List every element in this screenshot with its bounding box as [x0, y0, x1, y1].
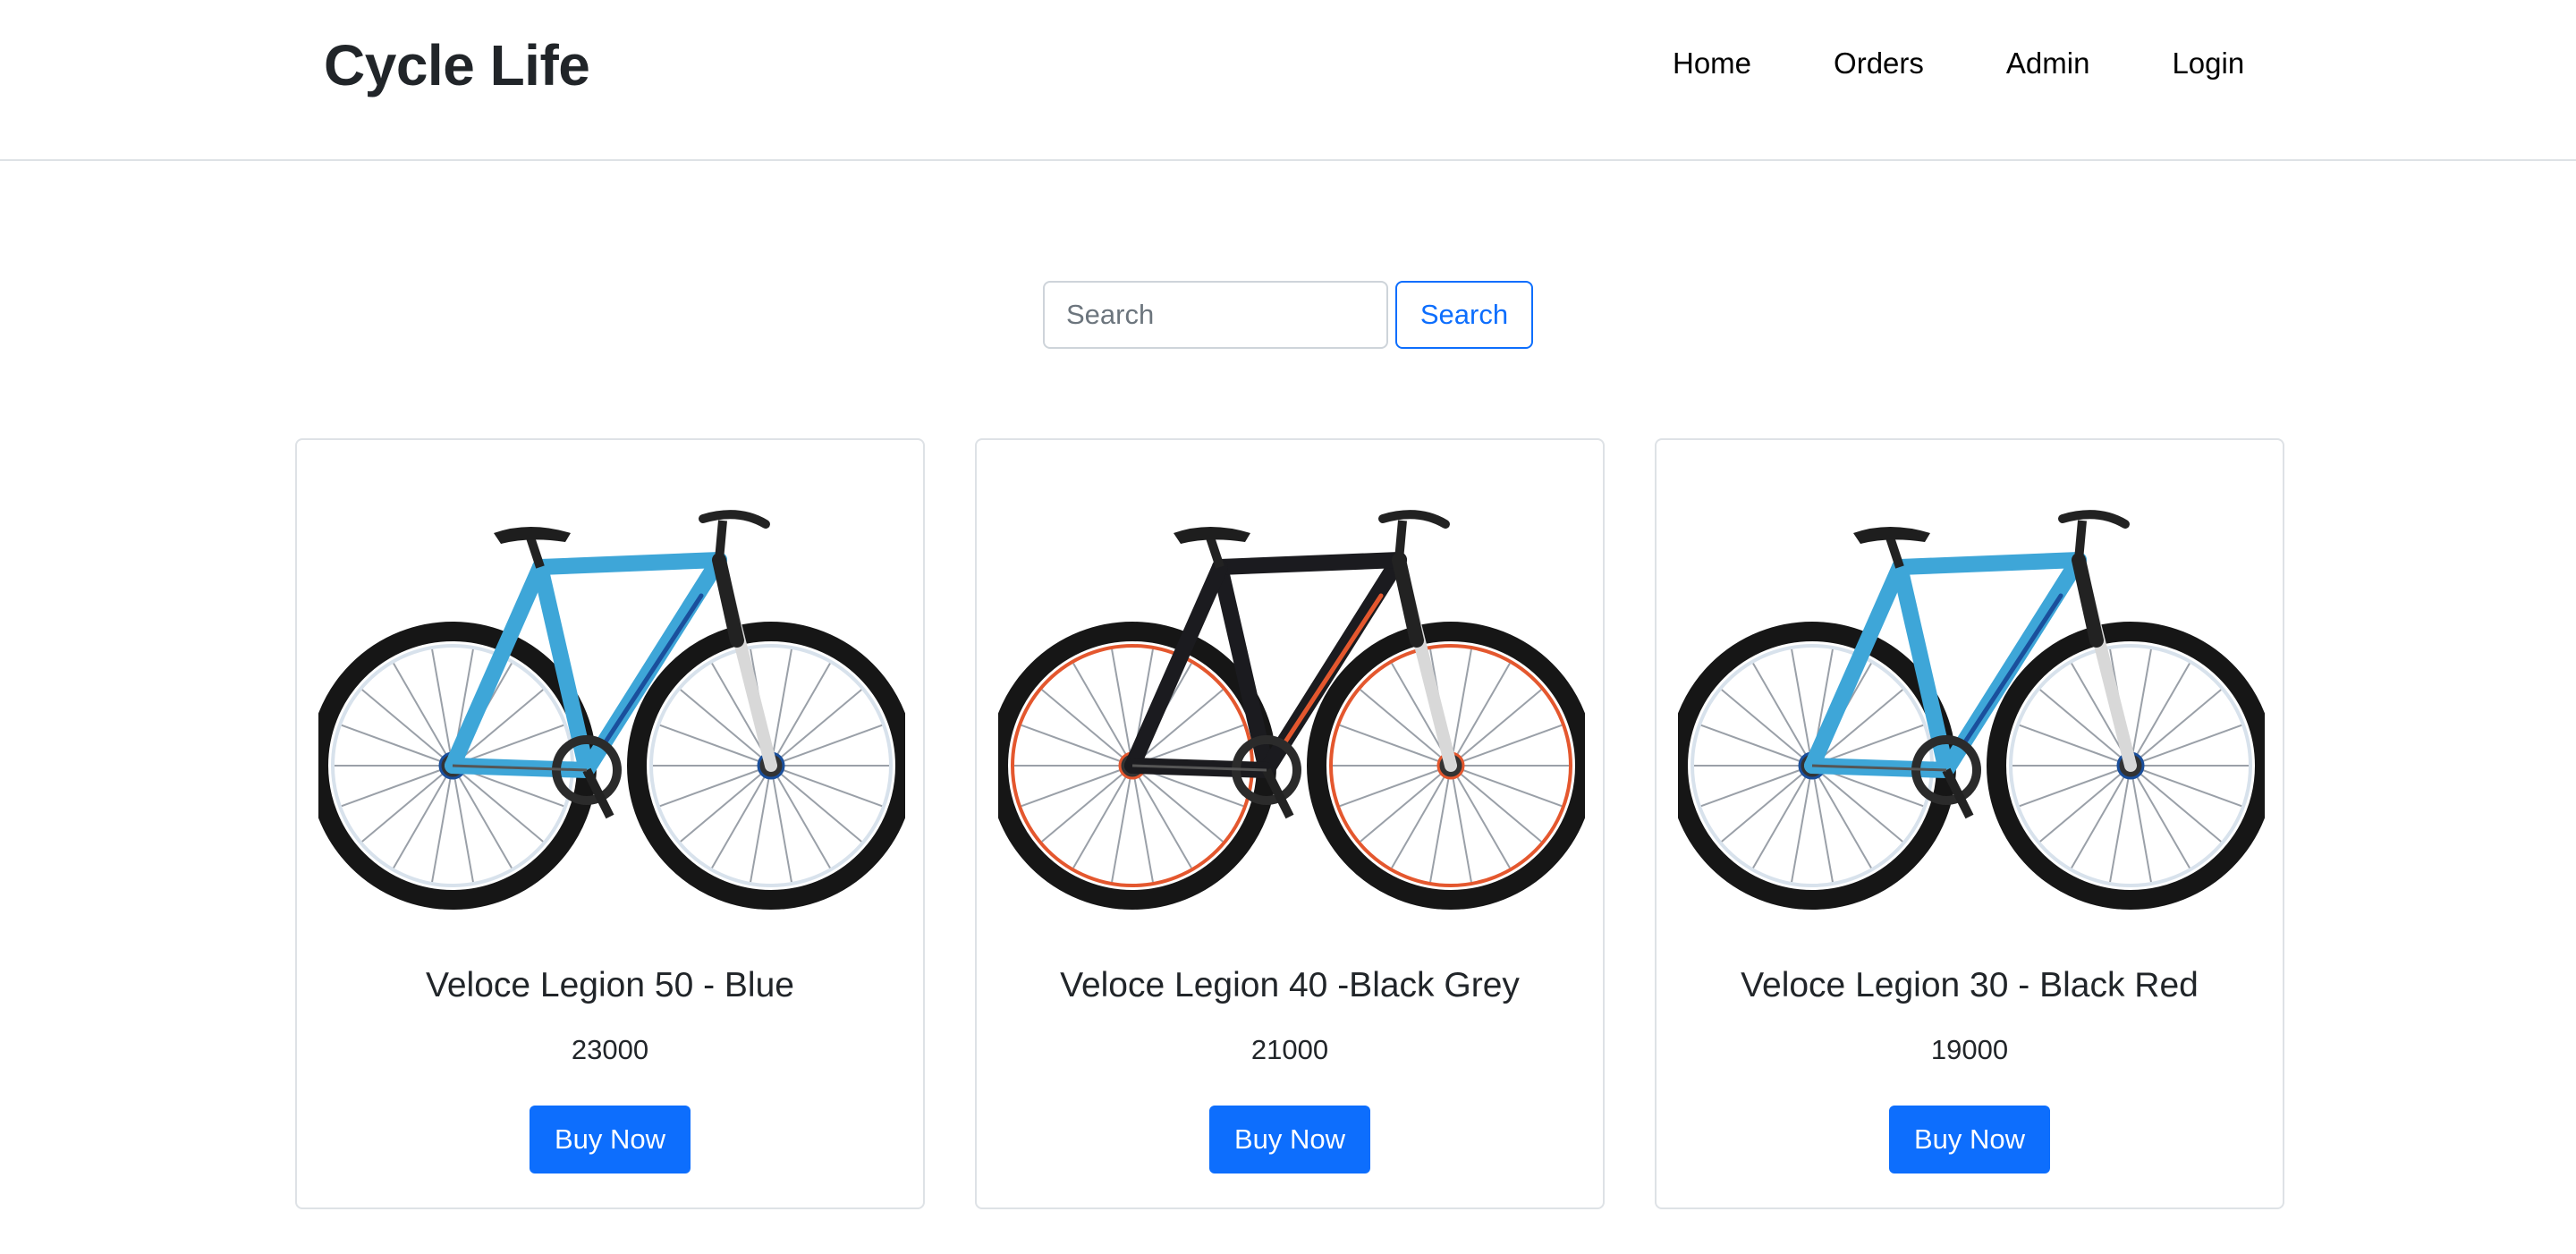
- navbar: Cycle Life Home Orders Admin Login: [0, 0, 2576, 161]
- product-price: 19000: [1930, 1034, 2009, 1065]
- product-price: 23000: [571, 1034, 649, 1065]
- nav-links: Home Orders Admin Login: [1637, 47, 2285, 80]
- brand-logo[interactable]: Cycle Life: [324, 32, 590, 98]
- product-card: Veloce Legion 40 -Black Grey 21000 Buy N…: [975, 438, 1605, 1209]
- search-button[interactable]: Search: [1395, 281, 1533, 349]
- bicycle-illustration: [318, 510, 905, 910]
- product-name: Veloce Legion 30 - Black Red: [1741, 966, 2199, 1004]
- product-name: Veloce Legion 40 -Black Grey: [1060, 966, 1520, 1004]
- product-name: Veloce Legion 50 - Blue: [426, 966, 794, 1004]
- bicycle-illustration: [1678, 510, 2265, 910]
- buy-now-button[interactable]: Buy Now: [530, 1106, 691, 1174]
- product-card: Veloce Legion 50 - Blue 23000 Buy Now: [295, 438, 925, 1209]
- product-card: Veloce Legion 30 - Black Red 19000 Buy N…: [1655, 438, 2284, 1209]
- product-image: [1678, 510, 2265, 910]
- nav-link-orders[interactable]: Orders: [1792, 47, 1965, 80]
- product-image: [998, 510, 1585, 910]
- nav-link-login[interactable]: Login: [2131, 47, 2285, 80]
- nav-link-admin[interactable]: Admin: [1965, 47, 2131, 80]
- search-input[interactable]: [1043, 281, 1388, 349]
- search-form: Search: [1043, 281, 1533, 349]
- product-image: [318, 510, 905, 910]
- nav-link-home[interactable]: Home: [1637, 47, 1792, 80]
- bicycle-illustration: [998, 510, 1585, 910]
- buy-now-button[interactable]: Buy Now: [1209, 1106, 1370, 1174]
- product-price: 21000: [1250, 1034, 1329, 1065]
- product-grid: Veloce Legion 50 - Blue 23000 Buy Now Ve…: [295, 438, 2284, 1209]
- buy-now-button[interactable]: Buy Now: [1889, 1106, 2050, 1174]
